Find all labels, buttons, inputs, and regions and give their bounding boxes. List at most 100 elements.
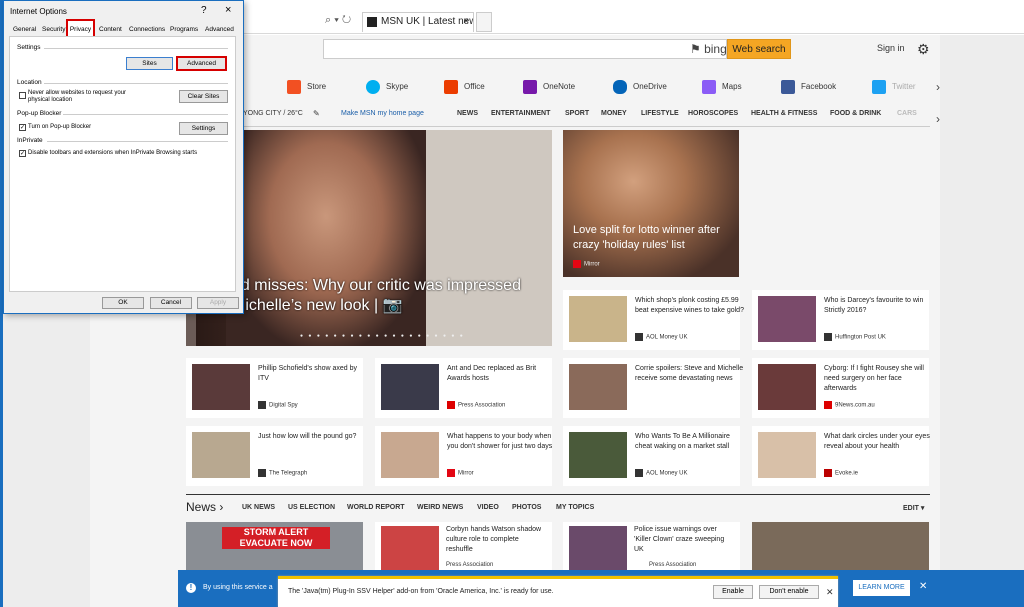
close-icon[interactable]: ✕ bbox=[919, 581, 927, 592]
app-maps[interactable]: Maps bbox=[702, 79, 742, 95]
tab-advanced[interactable]: Advanced bbox=[203, 23, 236, 36]
news-card[interactable]: Phillip Schofield's show axed by ITV Digi… bbox=[186, 358, 363, 418]
app-onenote[interactable]: OneNote bbox=[523, 79, 575, 95]
news-card[interactable]: What happens to your body when you don't… bbox=[375, 426, 552, 486]
tab-programs[interactable]: Programs bbox=[168, 23, 200, 36]
dialog-close-button[interactable]: × bbox=[225, 4, 231, 16]
news-card[interactable]: Who Wants To Be A Millionaire cheat waki… bbox=[563, 426, 740, 486]
help-button[interactable]: ? bbox=[201, 5, 207, 16]
card-title: Ant and Dec replaced as Brit Awards host… bbox=[447, 365, 537, 382]
enable-button[interactable]: Enable bbox=[713, 585, 753, 599]
location-checkbox[interactable] bbox=[19, 92, 26, 99]
news-link-uk[interactable]: UK NEWS bbox=[242, 504, 275, 511]
tab-title: MSN UK | Latest news, Hot... bbox=[381, 16, 473, 27]
nav-sport[interactable]: SPORT bbox=[565, 110, 589, 117]
card-thumbnail bbox=[381, 432, 439, 478]
card-thumbnail bbox=[569, 432, 627, 478]
news-thumbnail[interactable] bbox=[752, 522, 929, 570]
chevron-right-icon[interactable]: › bbox=[936, 80, 940, 94]
app-twitter[interactable]: Twitter bbox=[872, 79, 916, 95]
nav-lifestyle[interactable]: LIFESTYLE bbox=[641, 110, 679, 117]
hero2-title[interactable]: Love split for lotto winner after crazy … bbox=[573, 223, 733, 253]
tab-connections[interactable]: Connections bbox=[127, 23, 167, 36]
web-search-button[interactable]: Web search bbox=[727, 39, 791, 59]
info-icon: ! bbox=[186, 583, 196, 593]
card-title: Who is Darcey's favourite to win Strictl… bbox=[824, 297, 924, 314]
news-card[interactable]: Which shop's plonk costing £5.99 beat ex… bbox=[563, 290, 744, 350]
tab-content[interactable]: Content bbox=[97, 23, 124, 36]
maps-icon bbox=[702, 79, 716, 94]
weather-label[interactable]: YONG CITY / 26°C bbox=[243, 110, 303, 117]
tab-close-icon[interactable]: × bbox=[463, 13, 469, 31]
news-link-world[interactable]: WORLD REPORT bbox=[347, 504, 405, 511]
app-onedrive[interactable]: OneDrive bbox=[613, 79, 667, 95]
advanced-button[interactable]: Advanced bbox=[176, 56, 227, 71]
search-icon[interactable]: ⌕ ▾ ↻ bbox=[325, 14, 351, 27]
carousel-dots[interactable]: ● ● ● ● ● ● ● ● ● ● ● ● ● ● ● ● ● ● ● ● bbox=[300, 333, 465, 339]
onedrive-icon bbox=[613, 79, 627, 94]
tab-security[interactable]: Security bbox=[40, 23, 67, 36]
nav-food-drink[interactable]: FOOD & DRINK bbox=[830, 110, 881, 117]
hero2-image[interactable] bbox=[563, 130, 739, 277]
card-thumbnail bbox=[569, 364, 627, 410]
onenote-icon bbox=[523, 79, 537, 94]
cancel-button[interactable]: Cancel bbox=[150, 297, 192, 309]
card-title: Cyborg: If I fight Rousey she will need … bbox=[824, 365, 924, 392]
tab-general[interactable]: General bbox=[11, 23, 38, 36]
app-office[interactable]: Office bbox=[444, 79, 485, 95]
dont-enable-button[interactable]: Don't enable bbox=[759, 585, 819, 599]
news-link-photos[interactable]: PHOTOS bbox=[512, 504, 541, 511]
edit-button[interactable]: EDIT ▾ bbox=[903, 504, 924, 512]
bing-logo: ⚑ bing bbox=[690, 42, 727, 56]
news-heading[interactable]: News › bbox=[186, 500, 223, 514]
privacy-bar-text: By using this service a bbox=[203, 584, 273, 591]
news-card[interactable]: What dark circles under your eyes reveal… bbox=[752, 426, 930, 486]
camera-icon: 📷 bbox=[382, 297, 403, 314]
notification-text: The 'Java(tm) Plug-In SSV Helper' add-on… bbox=[288, 588, 554, 595]
popup-checkbox[interactable]: ✓ bbox=[19, 124, 26, 131]
ok-button[interactable]: OK bbox=[102, 297, 144, 309]
hero-title[interactable]: nd misses: Why our critic was impressed … bbox=[232, 276, 552, 316]
news-link-video[interactable]: VIDEO bbox=[477, 504, 499, 511]
make-home-link[interactable]: Make MSN my home page bbox=[341, 110, 424, 117]
nav-money[interactable]: MONEY bbox=[601, 110, 627, 117]
location-heading: Location bbox=[17, 79, 42, 86]
apply-button[interactable]: Apply bbox=[197, 297, 239, 309]
popup-settings-button[interactable]: Settings bbox=[179, 122, 228, 135]
news-card[interactable]: Corrie spoilers: Steve and Michelle rece… bbox=[563, 358, 743, 418]
news-card[interactable]: Just how low will the pound go? The Teleg… bbox=[186, 426, 363, 486]
news-source: Press Association bbox=[446, 562, 494, 568]
learn-more-button[interactable]: LEARN MORE bbox=[853, 580, 910, 596]
close-icon[interactable]: ✕ bbox=[826, 587, 834, 598]
clear-sites-button[interactable]: Clear Sites bbox=[179, 90, 228, 103]
sign-in-link[interactable]: Sign in bbox=[877, 43, 905, 53]
news-card[interactable]: Who is Darcey's favourite to win Strictl… bbox=[752, 290, 929, 350]
gear-icon[interactable]: ⚙ bbox=[917, 41, 930, 58]
nav-health-fitness[interactable]: HEALTH & FITNESS bbox=[751, 110, 817, 117]
card-title: Which shop's plonk costing £5.99 beat ex… bbox=[635, 297, 744, 314]
nav-news[interactable]: NEWS bbox=[457, 110, 478, 117]
search-input[interactable] bbox=[323, 39, 727, 59]
popup-heading: Pop-up Blocker bbox=[17, 110, 62, 117]
nav-cars[interactable]: CARS bbox=[897, 110, 917, 117]
browser-tab[interactable]: MSN UK | Latest news, Hot... × bbox=[362, 12, 474, 32]
tab-panel bbox=[9, 36, 236, 292]
app-store[interactable]: Store bbox=[287, 79, 326, 95]
inprivate-checkbox[interactable]: ✓ bbox=[19, 150, 26, 157]
divider bbox=[47, 141, 228, 142]
news-thumbnail bbox=[569, 526, 627, 570]
news-link-weird[interactable]: WEIRD NEWS bbox=[417, 504, 463, 511]
nav-entertainment[interactable]: ENTERTAINMENT bbox=[491, 110, 550, 117]
chevron-right-icon[interactable]: › bbox=[936, 112, 940, 126]
news-link-us-election[interactable]: US ELECTION bbox=[288, 504, 335, 511]
card-thumbnail bbox=[192, 432, 250, 478]
news-card[interactable]: Cyborg: If I fight Rousey she will need … bbox=[752, 358, 929, 418]
sites-button[interactable]: Sites bbox=[126, 57, 173, 70]
edit-pencil-icon[interactable]: ✎ bbox=[313, 109, 320, 118]
app-facebook[interactable]: Facebook bbox=[781, 79, 836, 95]
nav-horoscopes[interactable]: HOROSCOPES bbox=[688, 110, 738, 117]
new-tab-button[interactable] bbox=[476, 12, 492, 32]
app-skype[interactable]: Skype bbox=[366, 79, 408, 95]
news-link-my-topics[interactable]: MY TOPICS bbox=[556, 504, 594, 511]
news-card[interactable]: Ant and Dec replaced as Brit Awards host… bbox=[375, 358, 552, 418]
